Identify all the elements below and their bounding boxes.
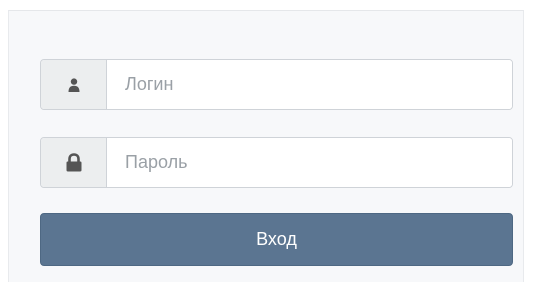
username-addon bbox=[41, 60, 107, 109]
user-icon bbox=[68, 77, 79, 92]
password-input-group bbox=[40, 137, 513, 188]
login-button-label: Вход bbox=[256, 229, 297, 249]
username-input-group bbox=[40, 59, 513, 110]
password-addon bbox=[41, 138, 107, 187]
login-panel: Вход bbox=[8, 10, 524, 282]
login-button[interactable]: Вход bbox=[40, 213, 513, 266]
username-input[interactable] bbox=[107, 60, 512, 109]
password-input[interactable] bbox=[107, 138, 512, 187]
lock-icon bbox=[66, 152, 81, 171]
